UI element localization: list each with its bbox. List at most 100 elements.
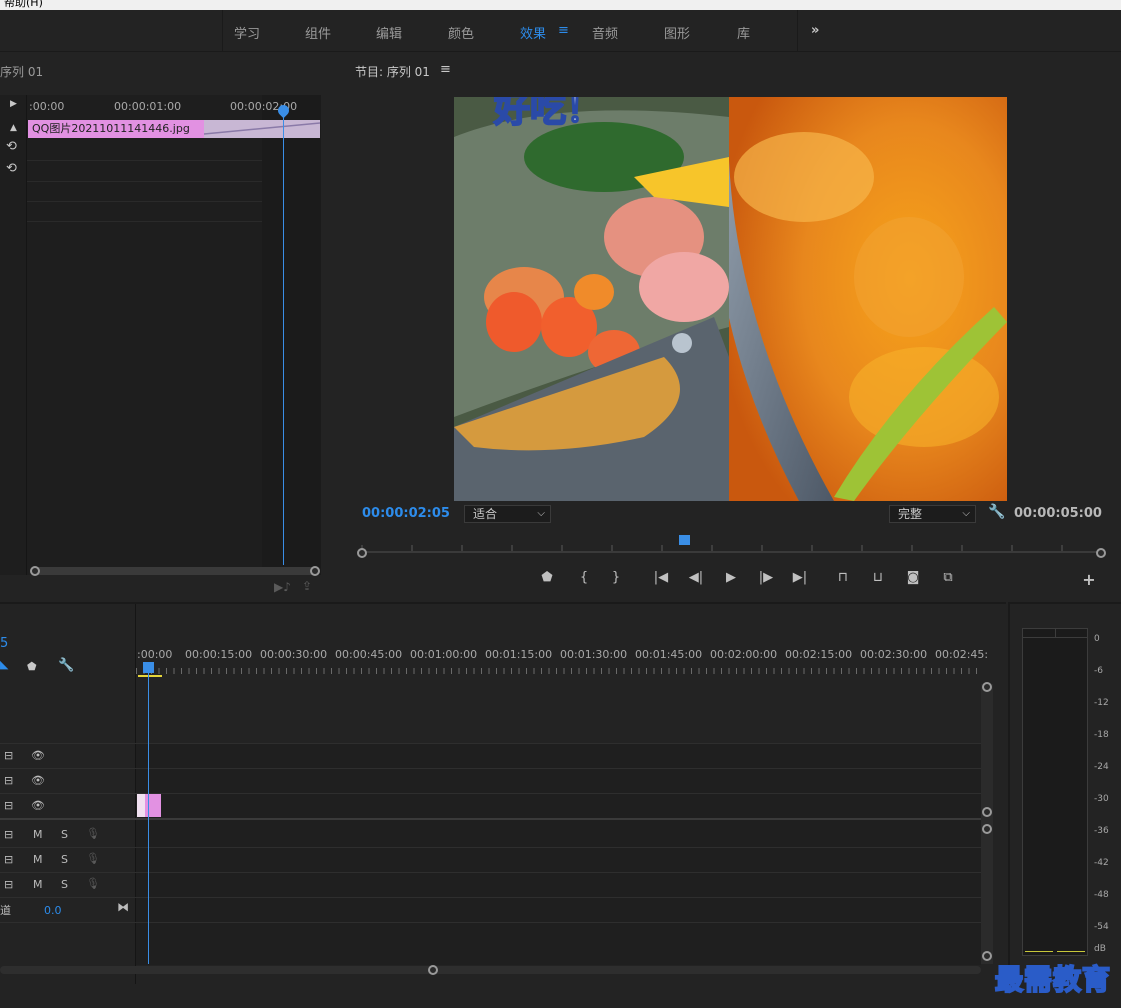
lift-icon[interactable]: ⊓ <box>832 570 854 585</box>
reset-icon[interactable]: ⟲ <box>6 139 17 154</box>
timeline-ruler[interactable]: :00:00 00:00:15:00 00:00:30:00 00:00:45:… <box>136 644 988 680</box>
scroll-handle[interactable] <box>982 682 992 692</box>
extract-icon[interactable]: ⊔ <box>867 570 889 585</box>
mute-button[interactable]: M <box>33 853 43 866</box>
workspace-tab-effects[interactable]: 效果 <box>520 23 546 42</box>
quality-select[interactable]: 完整 ⌵ <box>889 505 976 523</box>
zoom-select[interactable]: 适合 ⌵ <box>464 505 551 523</box>
ruler-label: 00:00:30:00 <box>260 648 328 661</box>
track-output-icon[interactable]: ⊟ <box>4 749 13 762</box>
playhead-handle[interactable] <box>679 535 690 545</box>
menu-help[interactable]: 帮助(H) <box>4 0 43 9</box>
track-output-icon[interactable]: ⊟ <box>4 799 13 812</box>
clip-keyframe-area[interactable] <box>203 120 321 138</box>
db-label: -42 <box>1094 858 1109 868</box>
workspace-tab-graphics[interactable]: 图形 <box>664 23 690 42</box>
playhead-handle[interactable] <box>143 662 154 673</box>
ruler-label: 00:02:45: <box>935 648 989 661</box>
export-icon[interactable]: ⇪ <box>302 579 312 593</box>
db-label: -54 <box>1094 922 1109 932</box>
eye-icon[interactable]: 👁 <box>31 774 45 787</box>
ruler-label: :00:00 <box>29 100 65 113</box>
current-timecode[interactable]: 00:00:02:05 <box>362 506 450 521</box>
workspace-tab-libraries[interactable]: 库 <box>737 23 750 42</box>
workspace-tab-audio[interactable]: 音频 <box>592 23 618 42</box>
workspace-tab-assembly[interactable]: 组件 <box>305 23 331 42</box>
microphone-icon[interactable]: 🎙 <box>86 827 100 840</box>
timeline-timecode[interactable]: 5 <box>0 636 8 651</box>
workspace-tab-color[interactable]: 颜色 <box>448 23 474 42</box>
track-output-icon[interactable]: ⊟ <box>4 878 13 891</box>
step-back-icon[interactable]: ◀| <box>685 570 707 585</box>
db-label: -6 <box>1094 666 1103 676</box>
scrub-handle-left[interactable] <box>357 548 367 558</box>
mute-button[interactable]: M <box>33 878 43 891</box>
scroll-handle[interactable] <box>982 951 992 961</box>
hotpot-image: 好吃！ <box>454 97 1007 501</box>
panel-title: 序列 01 <box>0 65 44 79</box>
horizontal-scrollbar[interactable] <box>30 567 320 575</box>
camera-icon[interactable]: ◙ <box>902 570 924 585</box>
go-to-in-icon[interactable]: |◀ <box>650 570 672 585</box>
track-output-icon[interactable]: ⊟ <box>4 774 13 787</box>
panel-menu-icon[interactable]: ≡ <box>440 62 451 77</box>
sequence-track-area[interactable] <box>27 95 321 575</box>
track-output-icon[interactable]: ⊟ <box>4 853 13 866</box>
mute-button[interactable]: M <box>33 828 43 841</box>
wrench-icon[interactable]: 🔧 <box>988 504 1005 520</box>
mark-out-icon[interactable]: } <box>605 570 627 585</box>
reset-icon[interactable]: ⟲ <box>6 161 17 176</box>
horizontal-scrollbar[interactable] <box>0 966 981 974</box>
solo-button[interactable]: S <box>61 878 68 891</box>
program-monitor: 节目: 序列 01 ≡ 好吃！ 00:00:02:05 适合 ⌵ 完整 ⌵ 🔧 … <box>343 55 1121 598</box>
add-marker-icon[interactable]: ⬟ <box>536 570 558 585</box>
scrub-bar[interactable] <box>357 551 1103 553</box>
db-label: -48 <box>1094 890 1109 900</box>
compare-view-icon[interactable]: ⧉ <box>937 570 959 585</box>
add-marker-icon[interactable]: ⬟ <box>27 660 37 673</box>
track-output-icon[interactable]: ⊟ <box>4 828 13 841</box>
scroll-handle-right[interactable] <box>310 566 320 576</box>
solo-button[interactable]: S <box>61 853 68 866</box>
play-icon[interactable]: ▶ <box>720 570 742 585</box>
snap-icon[interactable]: ◣ <box>0 658 8 671</box>
scroll-handle[interactable] <box>982 824 992 834</box>
db-label: -12 <box>1094 698 1109 708</box>
eye-icon[interactable]: 👁 <box>31 749 45 762</box>
status-bar <box>0 984 1121 1008</box>
mark-in-icon[interactable]: { <box>573 570 595 585</box>
timeline-panel: 5 ◣ ⬟ 🔧 ⊟ 👁 ⊟ 👁 ⊟ 👁 ⊟ M S 🎙 ⊟ M S 🎙 ⊟ M … <box>0 602 1006 984</box>
scroll-handle[interactable] <box>982 807 992 817</box>
image-clip[interactable]: QQ图片20211011141446.jpg <box>28 120 204 138</box>
scrub-handle-right[interactable] <box>1096 548 1106 558</box>
divider <box>797 10 798 52</box>
hamburger-menu-icon[interactable]: ≡ <box>558 23 569 38</box>
workspace-bar: 学习 组件 编辑 颜色 效果 ≡ 音频 图形 库 » <box>0 10 1121 52</box>
workspace-tab-editing[interactable]: 编辑 <box>376 23 402 42</box>
export-audio-icon[interactable]: ▶♪ <box>274 580 291 594</box>
ruler-label: 00:01:30:00 <box>560 648 628 661</box>
microphone-icon[interactable]: 🎙 <box>86 877 100 890</box>
expand-triangle-icon[interactable]: ▶ <box>10 99 17 109</box>
add-button-icon[interactable]: + <box>1078 570 1100 589</box>
ruler-label: 00:02:30:00 <box>860 648 928 661</box>
transition-icon[interactable]: ⧓ <box>117 900 129 914</box>
wrench-icon[interactable]: 🔧 <box>58 658 74 673</box>
program-video-frame[interactable]: 好吃！ <box>454 97 1007 501</box>
overflow-chevron-icon[interactable]: » <box>811 23 819 38</box>
ruler-label: 00:00:15:00 <box>185 648 253 661</box>
solo-button[interactable]: S <box>61 828 68 841</box>
scroll-handle-left[interactable] <box>30 566 40 576</box>
divider <box>222 10 223 52</box>
scroll-handle[interactable] <box>428 965 438 975</box>
workspace-tab-learning[interactable]: 学习 <box>234 23 260 42</box>
collapse-triangle-icon[interactable]: ▲ <box>10 123 17 133</box>
eye-icon[interactable]: 👁 <box>31 799 45 812</box>
ruler-label: :00:00 <box>137 648 173 661</box>
go-to-out-icon[interactable]: ▶| <box>789 570 811 585</box>
db-label: -30 <box>1094 794 1109 804</box>
microphone-icon[interactable]: 🎙 <box>86 852 100 865</box>
step-forward-icon[interactable]: |▶ <box>755 570 777 585</box>
master-volume-value[interactable]: 0.0 <box>44 904 62 917</box>
work-area-bar[interactable] <box>138 675 162 677</box>
